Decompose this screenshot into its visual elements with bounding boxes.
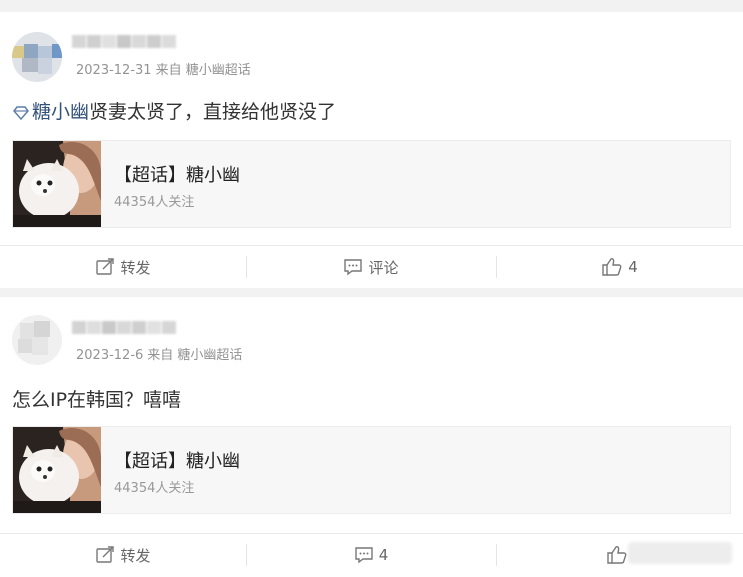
post-body: 贤妻太贤了，直接给他贤没了 — [89, 101, 337, 123]
topic-thumbnail — [13, 427, 101, 513]
repost-button[interactable]: 转发 — [0, 246, 246, 288]
repost-label: 转发 — [120, 258, 151, 277]
comment-icon — [355, 547, 373, 564]
post-meta: 2023-12-6 来自 糖小幽超话 — [76, 344, 242, 363]
post-source[interactable]: 来自 糖小幽超话 — [156, 63, 251, 78]
thumbs-up-icon — [602, 258, 622, 276]
comment-label: 评论 — [368, 258, 399, 277]
thumbs-up-icon — [607, 546, 627, 564]
comment-icon — [344, 259, 363, 276]
topic-thumbnail — [13, 141, 101, 227]
like-count: 4 — [628, 258, 638, 276]
post-card: 2023-12-6 来自 糖小幽超话 怎么IP在韩国？嘻嘻 【超话】糖小幽 443… — [0, 297, 743, 577]
repost-button[interactable]: 转发 — [0, 534, 246, 576]
avatar[interactable] — [12, 32, 62, 82]
topic-link-label[interactable]: 糖小幽 — [32, 101, 89, 123]
post-text: 糖小幽贤妻太贤了，直接给他贤没了 — [12, 97, 336, 124]
topic-followers: 44354人关注 — [114, 195, 195, 210]
repost-label: 转发 — [120, 546, 151, 565]
comment-button[interactable]: 评论 — [246, 246, 496, 288]
username[interactable] — [72, 34, 188, 48]
post-text: 怎么IP在韩国？嘻嘻 — [12, 385, 181, 412]
topic-title[interactable]: 【超话】糖小幽 — [114, 447, 240, 473]
topic-card[interactable]: 【超话】糖小幽 44354人关注 — [12, 426, 731, 514]
post-body: 怎么IP在韩国？嘻嘻 — [12, 389, 182, 411]
topic-link[interactable]: 糖小幽 — [12, 101, 89, 123]
topic-title[interactable]: 【超话】糖小幽 — [114, 161, 240, 187]
post-source[interactable]: 来自 糖小幽超话 — [147, 348, 242, 363]
action-bar: 转发 评论 4 — [0, 245, 743, 288]
diamond-icon — [13, 105, 29, 120]
post-date[interactable]: 2023-12-6 — [76, 348, 143, 363]
post-card: 2023-12-31 来自 糖小幽超话 糖小幽贤妻太贤了，直接给他贤没了 【超话】… — [0, 12, 743, 288]
action-bar: 转发 4 — [0, 533, 743, 576]
blurred-watermark — [628, 542, 732, 564]
topic-card[interactable]: 【超话】糖小幽 44354人关注 — [12, 140, 731, 228]
avatar[interactable] — [12, 315, 62, 365]
topic-followers: 44354人关注 — [114, 481, 195, 496]
post-date[interactable]: 2023-12-31 — [76, 63, 152, 78]
like-button[interactable]: 4 — [496, 246, 743, 288]
comment-button[interactable]: 4 — [246, 534, 496, 576]
repost-icon — [96, 546, 115, 563]
username[interactable] — [72, 320, 188, 334]
post-meta: 2023-12-31 来自 糖小幽超话 — [76, 59, 251, 78]
comment-count: 4 — [378, 546, 389, 564]
repost-icon — [96, 258, 115, 275]
